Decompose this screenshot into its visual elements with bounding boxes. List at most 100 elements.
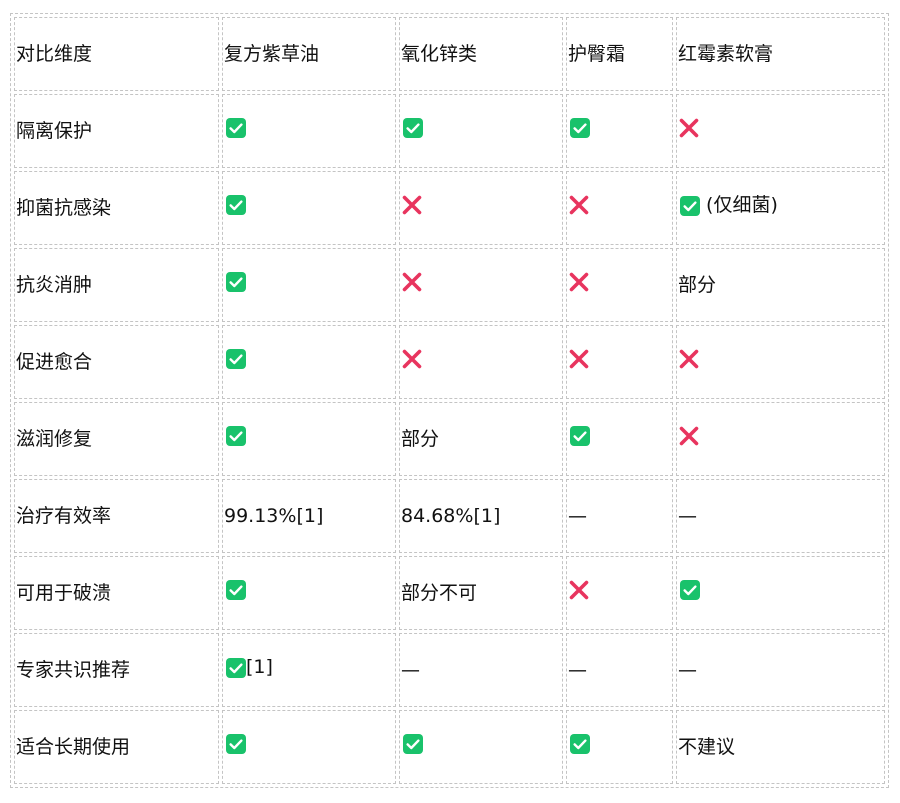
cell-text: 99.13%[1] [224,504,324,527]
header-cell-product-1: 复方紫草油 [222,17,396,91]
table-cell [222,248,396,322]
cell-text: — [401,658,420,681]
table-row: 适合长期使用 不建议 [14,710,885,784]
check-icon [403,734,423,755]
table-cell: (仅细菌) [676,171,885,245]
table-cell [399,94,563,168]
table-cell [222,94,396,168]
cell-content [401,271,423,293]
cell-content: 部分 [401,428,439,451]
cell-text: 部分 [401,427,440,450]
table-cell: [1] [222,633,396,707]
row-dimension-label: 滋润修复 [14,402,219,476]
cell-content [678,425,700,447]
cell-content [568,194,590,216]
cell-content: 部分不可 [401,582,477,605]
cell-content: — [401,659,420,682]
table-cell [676,402,885,476]
table-row: 抑菌抗感染 (仅细菌) [14,171,885,245]
table-cell [222,171,396,245]
cell-content [678,580,700,601]
comparison-table-body: 对比维度 复方紫草油 氧化锌类 护臀霜 红霉素软膏 隔离保护 抑菌抗感染 (仅细菌… [14,17,885,784]
cell-content [224,580,246,601]
header-cell-product-3: 护臀霜 [566,17,673,91]
check-icon [226,580,246,601]
table-cell [222,710,396,784]
table-row: 专家共识推荐 [1] — — — [14,633,885,707]
table-cell [222,402,396,476]
cell-text: (仅细菌) [700,194,778,217]
table-cell: — [676,633,885,707]
comparison-table-container: 对比维度 复方紫草油 氧化锌类 护臀霜 红霉素软膏 隔离保护 抑菌抗感染 (仅细菌… [10,13,889,788]
table-cell [566,710,673,784]
cell-content [401,348,423,370]
table-cell: 部分 [399,402,563,476]
cross-icon [401,271,423,293]
cell-text: 部分不可 [401,581,478,604]
cross-icon [568,271,590,293]
cell-content [401,734,423,755]
check-icon [570,426,590,447]
check-icon [226,657,246,678]
check-icon [570,734,590,755]
header-cell-product-4: 红霉素软膏 [676,17,885,91]
check-icon [226,195,246,216]
cell-content [678,348,700,370]
table-cell [566,171,673,245]
cell-content: (仅细菌) [678,194,778,217]
cell-content [224,426,246,447]
cell-content [224,195,246,216]
cell-content [568,426,590,447]
cell-content: 部分 [678,274,716,297]
check-icon [226,426,246,447]
cell-text: [1] [246,656,273,679]
cell-content: [1] [224,656,273,679]
table-cell [222,325,396,399]
table-cell [566,94,673,168]
cell-content: 99.13%[1] [224,505,323,528]
cell-content [678,117,700,139]
check-icon [226,734,246,755]
table-row: 促进愈合 [14,325,885,399]
table-cell [399,325,563,399]
cell-content [224,272,246,293]
cell-text: 部分 [678,273,717,296]
check-icon [226,272,246,293]
table-cell [566,402,673,476]
table-cell [399,171,563,245]
check-icon [226,349,246,370]
comparison-table: 对比维度 复方紫草油 氧化锌类 护臀霜 红霉素软膏 隔离保护 抑菌抗感染 (仅细菌… [10,13,889,788]
cross-icon [678,348,700,370]
table-cell [566,248,673,322]
cross-icon [568,194,590,216]
check-icon [403,118,423,139]
cell-content [224,349,246,370]
cell-content [224,118,246,139]
table-row: 治疗有效率 99.13%[1] 84.68%[1] — — [14,479,885,553]
cell-content [568,579,590,601]
table-cell: — [566,479,673,553]
table-cell [676,325,885,399]
table-row: 可用于破溃 部分不可 [14,556,885,630]
cross-icon [678,425,700,447]
cell-content [568,118,590,139]
cell-text: — [568,658,587,681]
cell-text: — [678,658,697,681]
table-cell: — [676,479,885,553]
cross-icon [568,348,590,370]
header-cell-dimension: 对比维度 [14,17,219,91]
table-cell: 99.13%[1] [222,479,396,553]
row-dimension-label: 适合长期使用 [14,710,219,784]
cell-text: 不建议 [678,735,736,758]
header-cell-product-2: 氧化锌类 [399,17,563,91]
table-cell: 84.68%[1] [399,479,563,553]
cell-text: — [678,504,697,527]
table-cell: — [566,633,673,707]
cell-content [224,734,246,755]
row-dimension-label: 隔离保护 [14,94,219,168]
check-icon [680,195,700,216]
table-cell [676,556,885,630]
check-icon [680,580,700,601]
table-cell [566,556,673,630]
cell-content: — [568,659,587,682]
